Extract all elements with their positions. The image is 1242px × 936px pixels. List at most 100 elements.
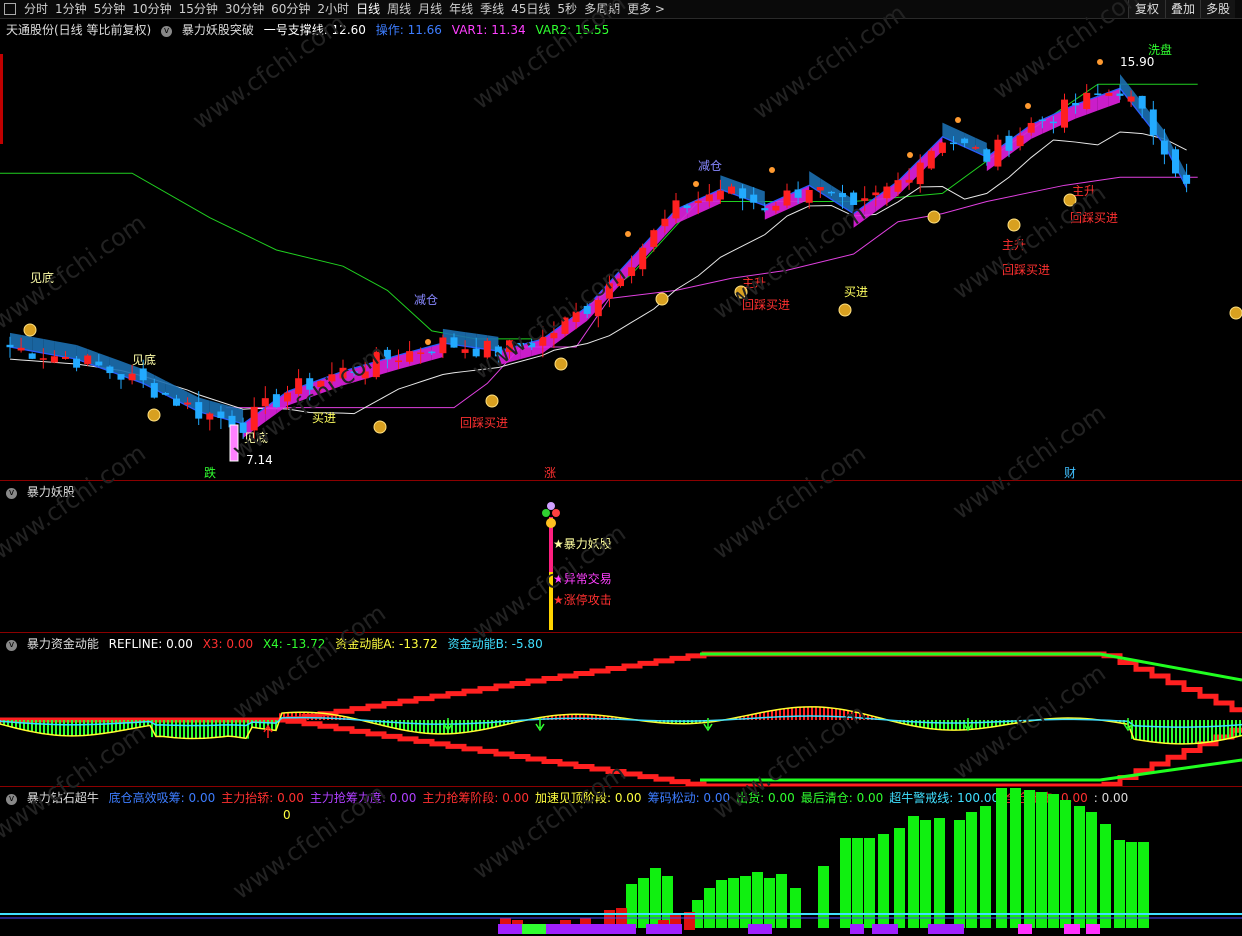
runner-icon — [425, 339, 431, 345]
money-bag-icon — [927, 210, 941, 224]
period-item[interactable]: 周线 — [387, 0, 411, 18]
volume-bar — [908, 816, 919, 928]
candle-body — [39, 358, 47, 360]
period-item[interactable]: 分时 — [24, 0, 48, 18]
lantern-icon — [547, 502, 555, 510]
candle-body — [406, 351, 414, 362]
candle-body — [1105, 92, 1113, 96]
candle-body — [272, 394, 280, 408]
period-item[interactable]: 日线 — [356, 0, 380, 18]
period-item[interactable]: 年线 — [449, 0, 473, 18]
candle-body — [839, 193, 846, 198]
upper-envelope — [0, 651, 1242, 723]
volume-bar — [752, 872, 763, 928]
candle-body — [284, 392, 291, 402]
candle-body — [450, 337, 458, 348]
period-item[interactable]: 更多 > — [627, 0, 665, 18]
candle-body — [62, 356, 69, 359]
runner-icon — [1097, 59, 1103, 65]
candle-body — [694, 200, 702, 203]
candle-body — [250, 406, 258, 431]
volume-bar — [966, 812, 977, 928]
candle-body — [461, 349, 469, 353]
candle-body — [339, 367, 347, 379]
signal-block — [1086, 924, 1100, 934]
volume-bar — [728, 878, 739, 928]
candle-body — [605, 283, 613, 299]
candle-body — [872, 192, 880, 196]
candle-body — [95, 361, 103, 366]
candlestick-chart[interactable]: 见底见底见底减仓减仓买进买进回踩买进回踩买进回踩买进回踩买进主升主升主升洗盘跌涨… — [0, 20, 1242, 480]
lantern-icon — [552, 509, 560, 517]
period-item[interactable]: 60分钟 — [271, 0, 310, 18]
trend-ribbon — [465, 332, 477, 348]
candle-body — [483, 340, 491, 358]
label-huicai: 回踩买进 — [1002, 263, 1050, 277]
money-bag-icon — [485, 394, 499, 408]
period-item[interactable]: 5分钟 — [94, 0, 126, 18]
down-arrow-icon — [703, 718, 713, 732]
period-item[interactable]: 多周期 — [584, 0, 620, 18]
candle-body — [661, 218, 669, 227]
volume-bar — [1086, 812, 1097, 928]
period-item[interactable]: 45日线 — [511, 0, 550, 18]
multi-stock-button[interactable]: 多股 — [1200, 0, 1235, 18]
runner-icon — [769, 167, 775, 173]
period-item[interactable]: 10分钟 — [132, 0, 171, 18]
period-item[interactable]: 季线 — [480, 0, 504, 18]
candle-body — [539, 336, 547, 346]
period-item[interactable]: 30分钟 — [225, 0, 264, 18]
volume-bar — [1048, 794, 1059, 928]
candle-body — [261, 398, 269, 407]
fuquan-button[interactable]: 复权 — [1128, 0, 1165, 18]
signal-block — [1018, 924, 1032, 934]
window-toggle-icon[interactable] — [4, 3, 16, 15]
candle-body — [927, 150, 935, 169]
candle-body — [206, 413, 214, 420]
runner-icon — [907, 152, 913, 158]
candle-body — [1160, 140, 1168, 155]
candle-body — [1083, 92, 1091, 109]
candle-body — [195, 402, 203, 419]
money-bag-icon — [1007, 218, 1021, 232]
candle-body — [106, 366, 114, 374]
candle-body — [1016, 135, 1024, 147]
candle-body — [850, 192, 858, 205]
candle-body — [28, 353, 36, 359]
volume-bar — [954, 820, 965, 928]
period-item[interactable]: 5秒 — [557, 0, 577, 18]
candle-body — [1183, 174, 1191, 184]
period-item[interactable]: 月线 — [418, 0, 442, 18]
period-item[interactable]: 2小时 — [317, 0, 349, 18]
tag-abnormal-trade: ★异常交易 — [553, 571, 612, 586]
label-zhusheng: 主升 — [1002, 238, 1026, 252]
runner-icon — [1025, 103, 1031, 109]
volume-bar — [740, 876, 751, 928]
candle-body — [938, 142, 946, 153]
label-huicai: 回踩买进 — [460, 416, 508, 430]
candle-body — [583, 305, 591, 314]
candle-body — [383, 349, 391, 360]
high-price-label: 15.90 — [1120, 55, 1154, 69]
period-item[interactable]: 1分钟 — [55, 0, 87, 18]
signal-block — [646, 924, 682, 934]
label-huicai: 回踩买进 — [742, 298, 790, 312]
candle-body — [350, 371, 358, 373]
candle-body — [994, 139, 1002, 167]
candle-body — [217, 411, 225, 419]
overlay-button[interactable]: 叠加 — [1165, 0, 1200, 18]
candle-body — [150, 383, 158, 398]
candle-body — [117, 374, 125, 380]
candle-body — [916, 162, 924, 185]
money-bag-icon — [734, 285, 748, 299]
candle-body — [628, 267, 636, 276]
candle-body — [372, 351, 380, 378]
trend-ribbon — [54, 340, 66, 358]
panel-separator — [0, 786, 1242, 787]
candle-body — [494, 346, 502, 357]
candle-body — [705, 194, 713, 202]
candle-body — [739, 188, 747, 199]
candle-body — [1027, 122, 1035, 133]
period-item[interactable]: 15分钟 — [179, 0, 218, 18]
label-jiandi: 见底 — [132, 352, 156, 367]
